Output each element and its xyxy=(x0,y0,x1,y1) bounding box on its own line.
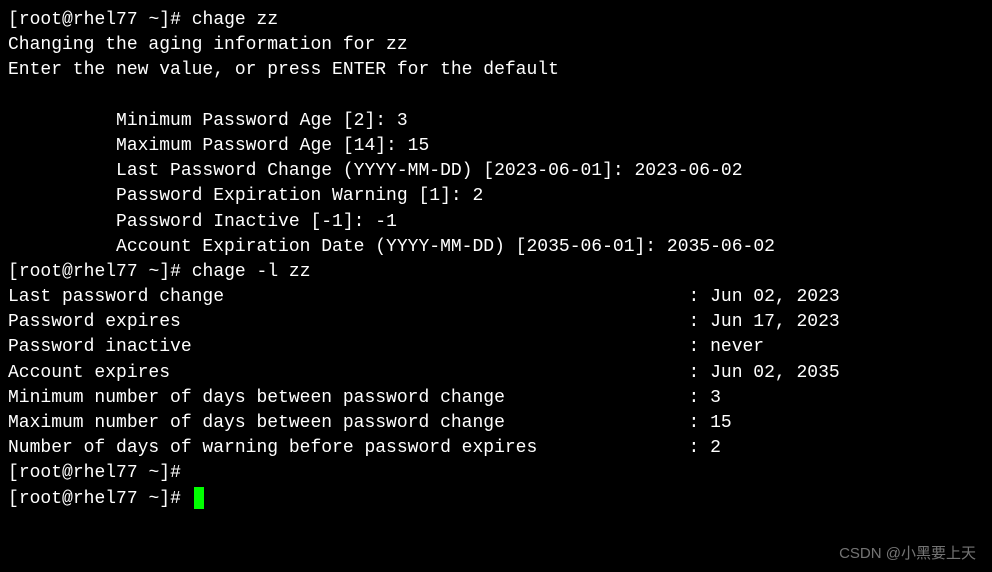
field-inactive-label: Password Inactive [-1]: xyxy=(116,212,375,232)
info-max-days: Maximum number of days between password … xyxy=(8,411,984,436)
field-warn-value: 2 xyxy=(472,186,483,206)
info-pw-expires: Password expires: Jun 17, 2023 xyxy=(8,310,984,335)
output-changing: Changing the aging information for zz xyxy=(8,33,984,58)
info-pw-expires-label: Password expires xyxy=(8,310,689,335)
info-min-days-value: 3 xyxy=(710,386,721,411)
info-acct-expires-label: Account expires xyxy=(8,361,689,386)
field-min-age: Minimum Password Age [2]: 3 xyxy=(8,109,984,134)
info-min-days-label: Minimum number of days between password … xyxy=(8,386,689,411)
field-inactive-value: -1 xyxy=(375,212,397,232)
prompt-user: root xyxy=(19,10,62,30)
info-max-days-label: Maximum number of days between password … xyxy=(8,411,689,436)
prompt-symbol: # xyxy=(170,10,181,30)
field-last-change-label: Last Password Change (YYYY-MM-DD) [2023-… xyxy=(116,161,634,181)
blank-line xyxy=(8,84,984,109)
info-last-change-value: Jun 02, 2023 xyxy=(710,285,840,310)
field-inactive: Password Inactive [-1]: -1 xyxy=(8,210,984,235)
terminal[interactable]: [root@rhel77 ~]# chage zz Changing the a… xyxy=(8,8,984,512)
field-max-age: Maximum Password Age [14]: 15 xyxy=(8,134,984,159)
field-acct-exp-label: Account Expiration Date (YYYY-MM-DD) [20… xyxy=(116,237,667,257)
info-last-change-label: Last password change xyxy=(8,285,689,310)
info-acct-expires: Account expires: Jun 02, 2035 xyxy=(8,361,984,386)
info-warn-days-value: 2 xyxy=(710,436,721,461)
info-pw-inactive-value: never xyxy=(710,335,764,360)
info-warn-days-label: Number of days of warning before passwor… xyxy=(8,436,689,461)
field-acct-exp-value: 2035-06-02 xyxy=(667,237,775,257)
info-last-change: Last password change: Jun 02, 2023 xyxy=(8,285,984,310)
field-acct-exp: Account Expiration Date (YYYY-MM-DD) [20… xyxy=(8,235,984,260)
command-1: chage zz xyxy=(192,10,278,30)
info-pw-inactive: Password inactive: never xyxy=(8,335,984,360)
prompt-line-4[interactable]: [root@rhel77 ~]# xyxy=(8,487,984,512)
info-max-days-value: 15 xyxy=(710,411,732,436)
info-pw-inactive-label: Password inactive xyxy=(8,335,689,360)
prompt-line-3: [root@rhel77 ~]# xyxy=(8,461,984,486)
info-min-days: Minimum number of days between password … xyxy=(8,386,984,411)
field-min-age-label: Minimum Password Age [2]: xyxy=(116,111,397,131)
field-warn: Password Expiration Warning [1]: 2 xyxy=(8,184,984,209)
prompt-host: rhel77 xyxy=(73,10,138,30)
prompt-path: ~ xyxy=(148,10,159,30)
prompt-line-2: [root@rhel77 ~]# chage -l zz xyxy=(8,260,984,285)
cursor-icon xyxy=(194,487,205,509)
field-max-age-label: Maximum Password Age [14]: xyxy=(116,136,408,156)
field-last-change: Last Password Change (YYYY-MM-DD) [2023-… xyxy=(8,159,984,184)
field-warn-label: Password Expiration Warning [1]: xyxy=(116,186,472,206)
field-last-change-value: 2023-06-02 xyxy=(635,161,743,181)
info-sep: : xyxy=(689,285,711,310)
field-max-age-value: 15 xyxy=(408,136,430,156)
watermark: CSDN @小黑要上天 xyxy=(839,543,976,564)
command-2: chage -l zz xyxy=(192,262,311,282)
prompt-line-1: [root@rhel77 ~]# chage zz xyxy=(8,8,984,33)
info-pw-expires-value: Jun 17, 2023 xyxy=(710,310,840,335)
field-min-age-value: 3 xyxy=(397,111,408,131)
output-enter: Enter the new value, or press ENTER for … xyxy=(8,58,984,83)
info-acct-expires-value: Jun 02, 2035 xyxy=(710,361,840,386)
info-warn-days: Number of days of warning before passwor… xyxy=(8,436,984,461)
